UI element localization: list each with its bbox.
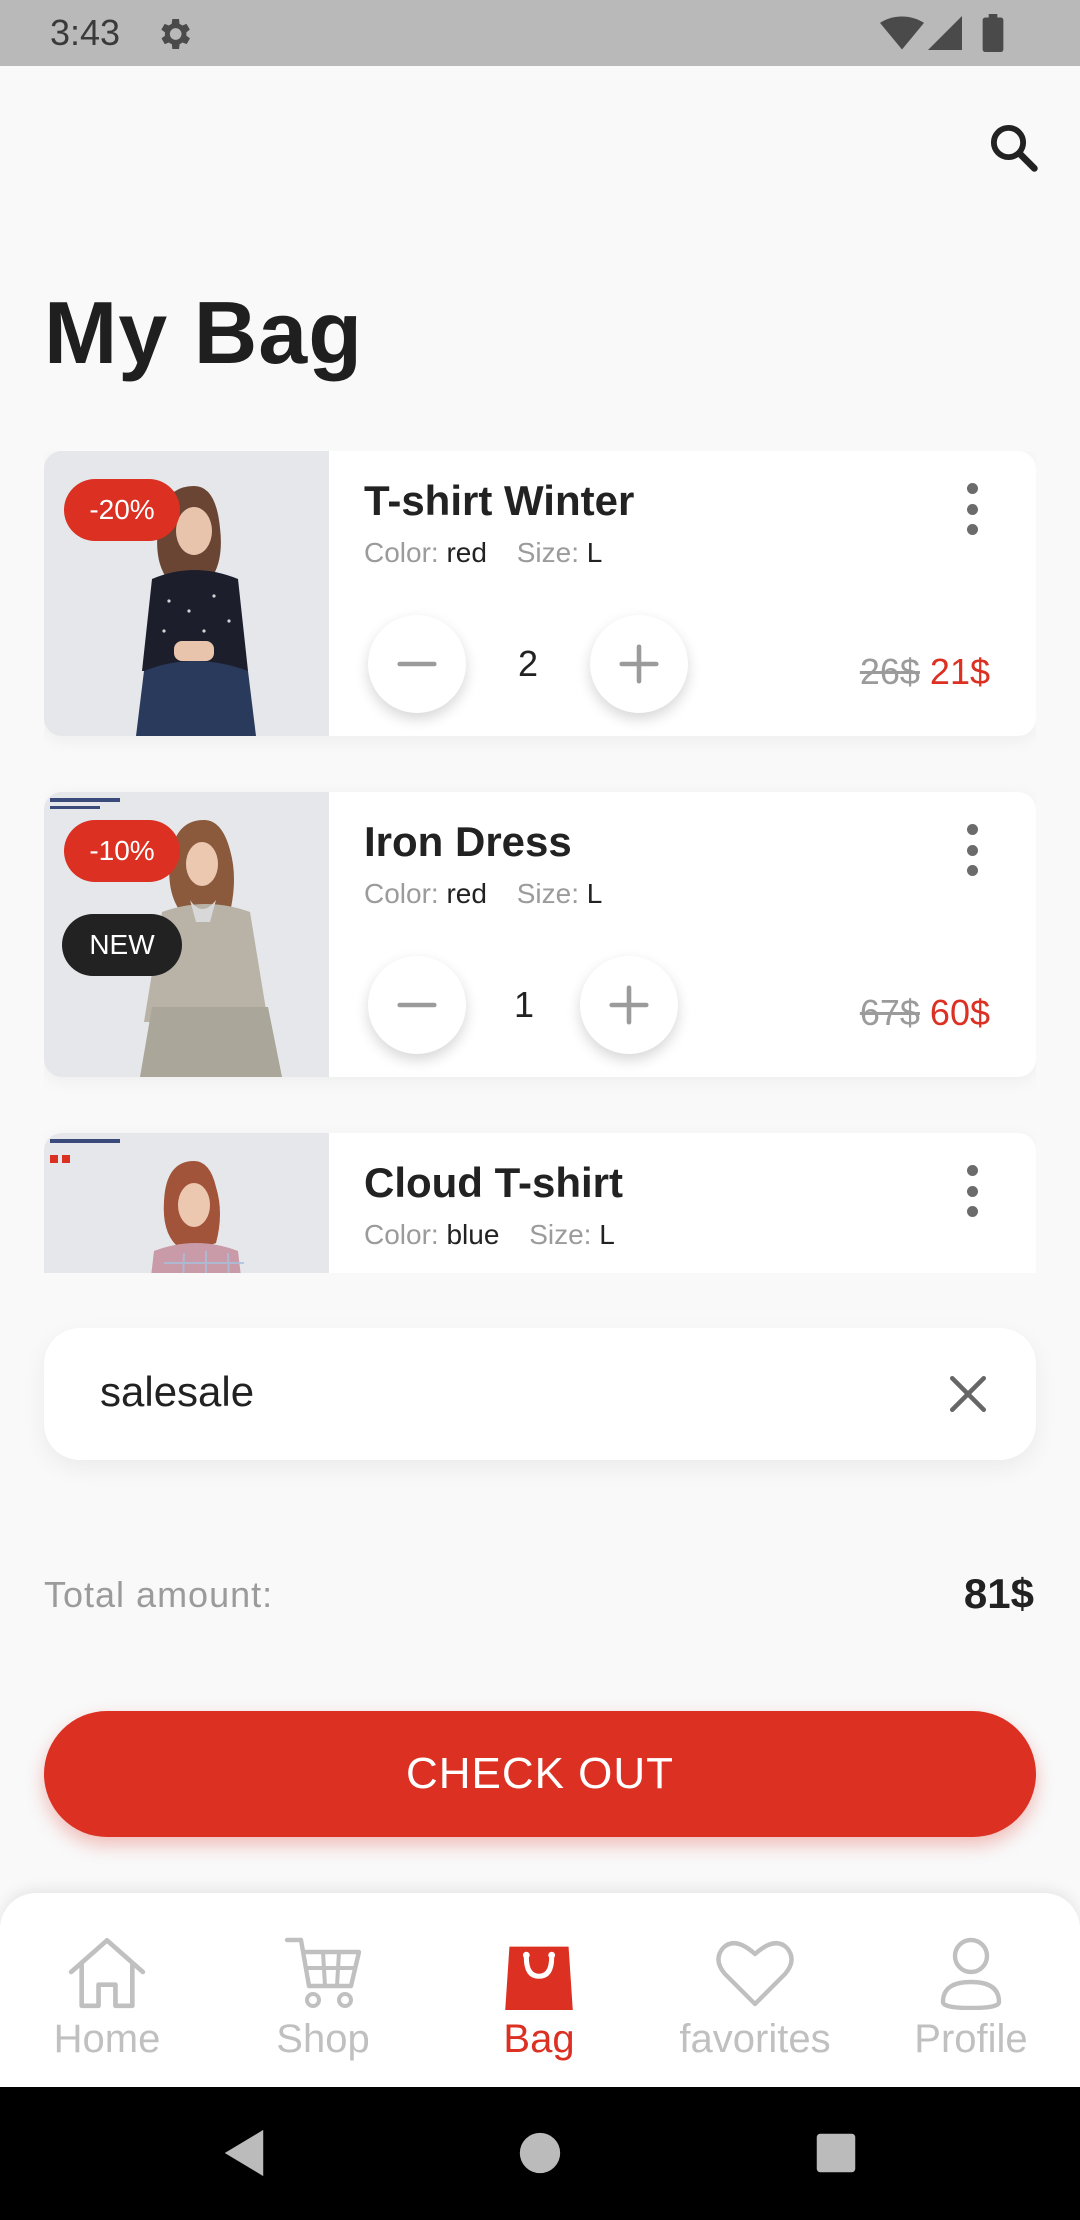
total-amount-value: 81$ xyxy=(963,1570,1034,1617)
sale-price: 21$ xyxy=(929,651,990,692)
color-value: red xyxy=(446,878,487,909)
nav-label: Bag xyxy=(503,2017,575,2061)
plus-icon xyxy=(609,985,649,1025)
color-label: Color: xyxy=(364,537,439,568)
size-label: Size: xyxy=(516,878,579,909)
item-attributes: Color: red Size: L xyxy=(364,878,602,910)
product-image[interactable] xyxy=(44,1133,329,1273)
product-image[interactable]: -10% NEW xyxy=(44,792,329,1077)
system-back-button[interactable] xyxy=(214,2123,274,2183)
increase-quantity-button[interactable] xyxy=(590,615,688,713)
discount-badge: -20% xyxy=(64,479,180,541)
system-navigation-bar xyxy=(0,2087,1080,2220)
nav-label: Profile xyxy=(914,2017,1028,2061)
page-title: My Bag xyxy=(44,283,363,382)
bag-item[interactable]: -20% T-shirt Winter Color: red Size: L 2… xyxy=(44,451,1036,736)
plus-icon xyxy=(619,644,659,684)
more-options-button[interactable] xyxy=(954,1161,990,1221)
quantity-value: 1 xyxy=(513,984,535,1025)
settings-gear-icon xyxy=(161,19,190,49)
item-name: Cloud T-shirt xyxy=(364,1159,623,1206)
clear-promo-button[interactable] xyxy=(940,1366,996,1422)
item-name: Iron Dress xyxy=(364,818,572,865)
system-recents-button[interactable] xyxy=(806,2123,866,2183)
signal-icon xyxy=(928,16,962,50)
search-icon xyxy=(990,124,1038,172)
color-value: red xyxy=(446,537,487,568)
size-value: L xyxy=(599,1219,615,1250)
increase-quantity-button[interactable] xyxy=(580,956,678,1054)
more-options-button[interactable] xyxy=(954,820,990,880)
cart-icon xyxy=(284,1937,362,2008)
home-circle-icon xyxy=(519,2132,561,2174)
product-photo-cloud-tshirt xyxy=(44,1133,329,1273)
size-label: Size: xyxy=(516,537,579,568)
promo-code-value[interactable]: salesale xyxy=(100,1368,254,1416)
nav-item-home[interactable]: Home xyxy=(7,1933,207,2073)
total-amount-label: Total amount: xyxy=(44,1574,274,1615)
nav-item-bag[interactable]: Bag xyxy=(439,1933,639,2073)
minus-icon xyxy=(397,1002,437,1008)
product-image[interactable]: -20% xyxy=(44,451,329,736)
size-value: L xyxy=(586,878,603,909)
wifi-icon xyxy=(880,16,924,50)
minus-icon xyxy=(397,661,437,667)
nav-label: favorites xyxy=(679,2017,831,2061)
price: 26$ 21$ xyxy=(860,651,990,693)
battery-icon xyxy=(982,14,1004,52)
nav-label: Shop xyxy=(276,2017,370,2061)
bag-item[interactable]: -10% NEW Iron Dress Color: red Size: L 1… xyxy=(44,792,1036,1077)
nav-item-profile[interactable]: Profile xyxy=(871,1933,1071,2073)
quantity-value: 2 xyxy=(517,643,539,684)
status-bar: 3:43 xyxy=(0,0,1080,66)
old-price: 26$ xyxy=(859,651,920,692)
discount-badge: -10% xyxy=(64,820,180,882)
more-options-button[interactable] xyxy=(954,479,990,539)
recents-square-icon xyxy=(816,2133,856,2173)
item-attributes: Color: blue Size: L xyxy=(364,1219,615,1251)
more-vertical-icon xyxy=(966,483,978,494)
more-vertical-icon xyxy=(966,824,978,835)
price: 67$ 60$ xyxy=(860,992,990,1034)
back-triangle-icon xyxy=(224,2129,264,2177)
old-price: 67$ xyxy=(859,992,920,1033)
color-label: Color: xyxy=(364,878,439,909)
color-value: blue xyxy=(446,1219,500,1250)
checkout-button[interactable]: CHECK OUT xyxy=(44,1711,1036,1837)
sale-price: 60$ xyxy=(929,992,990,1033)
system-home-button[interactable] xyxy=(510,2123,570,2183)
color-label: Color: xyxy=(364,1219,439,1250)
item-attributes: Color: red Size: L xyxy=(364,537,602,569)
heart-icon xyxy=(716,1941,794,2007)
search-button[interactable] xyxy=(980,114,1046,180)
nav-item-shop[interactable]: Shop xyxy=(223,1933,423,2073)
decrease-quantity-button[interactable] xyxy=(368,956,466,1054)
size-label: Size: xyxy=(529,1219,592,1250)
bag-icon xyxy=(505,1946,573,2010)
close-icon xyxy=(949,1375,987,1413)
more-vertical-icon xyxy=(966,1165,978,1176)
new-badge: NEW xyxy=(62,914,182,976)
home-icon xyxy=(68,1938,146,2009)
size-value: L xyxy=(586,537,603,568)
bag-list[interactable]: -20% T-shirt Winter Color: red Size: L 2… xyxy=(44,451,1036,1273)
bottom-navigation: Home Shop Bag favorites Profile xyxy=(0,1893,1080,2087)
nav-label: Home xyxy=(53,2017,161,2061)
promo-code-field[interactable]: salesale xyxy=(44,1328,1036,1460)
status-time: 3:43 xyxy=(50,12,121,53)
bag-item[interactable]: Cloud T-shirt Color: blue Size: L xyxy=(44,1133,1036,1273)
profile-icon xyxy=(940,1937,1002,2010)
item-name: T-shirt Winter xyxy=(364,477,635,524)
decrease-quantity-button[interactable] xyxy=(368,615,466,713)
nav-item-favorites[interactable]: favorites xyxy=(655,1933,855,2073)
